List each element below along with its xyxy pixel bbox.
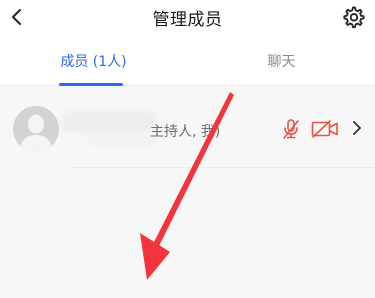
active-tab-indicator bbox=[59, 83, 123, 86]
tab-members[interactable]: 成员 (1人) bbox=[0, 36, 187, 86]
default-avatar-icon bbox=[13, 106, 59, 152]
member-name-redacted bbox=[62, 111, 157, 133]
member-name-redacted-shadow bbox=[88, 131, 158, 145]
camera-off-icon[interactable] bbox=[311, 119, 339, 139]
microphone-muted-icon[interactable] bbox=[281, 118, 301, 140]
avatar bbox=[13, 106, 59, 152]
row-divider bbox=[70, 167, 375, 168]
member-role-label: 主持人, 我) bbox=[150, 124, 221, 140]
settings-button[interactable] bbox=[339, 3, 367, 31]
gear-icon bbox=[343, 6, 365, 29]
page-title: 管理成员 bbox=[152, 10, 223, 30]
header-bar: 管理成员 bbox=[0, 0, 375, 36]
member-row[interactable]: 主持人, 我) bbox=[0, 87, 375, 167]
member-detail-chevron-icon[interactable] bbox=[350, 119, 364, 137]
tab-chat[interactable]: 聊天 bbox=[188, 36, 375, 86]
member-list: 主持人, 我) bbox=[0, 87, 375, 298]
tab-bar: 成员 (1人) 聊天 bbox=[0, 36, 375, 86]
